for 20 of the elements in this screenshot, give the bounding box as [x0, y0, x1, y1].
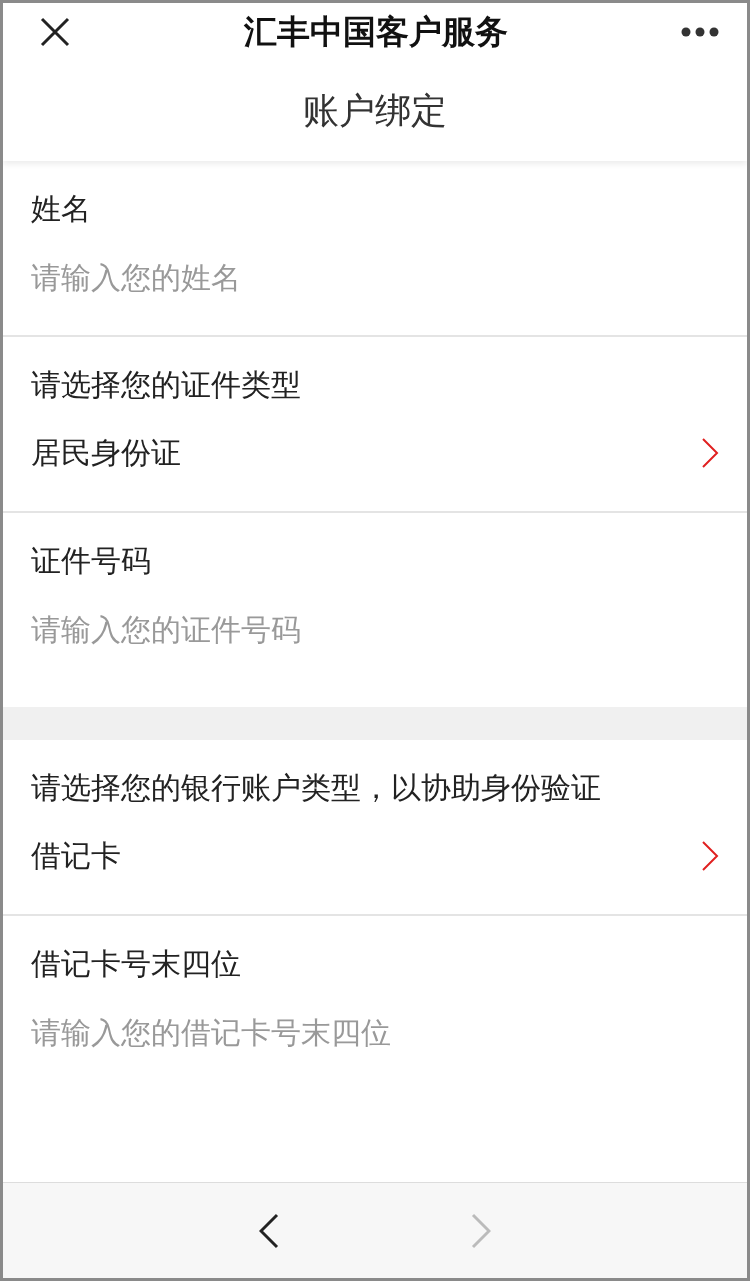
- close-button[interactable]: [39, 16, 71, 48]
- field-label: 请选择您的证件类型: [31, 366, 302, 404]
- page-title: 汇丰中国客户服务: [244, 10, 508, 53]
- field-label: 借记卡号末四位: [31, 945, 242, 983]
- select-field[interactable]: 居民身份证: [31, 423, 719, 483]
- field-label: 请选择您的银行账户类型，以协助身份验证: [31, 769, 602, 807]
- input-field[interactable]: 请输入您的姓名: [31, 247, 719, 307]
- more-icon: [681, 27, 719, 37]
- select-field[interactable]: 借记卡: [31, 826, 719, 886]
- chevron-right-icon: [701, 840, 719, 872]
- chevron-right-icon: [701, 437, 719, 469]
- more-button[interactable]: [681, 27, 719, 37]
- field-label: 证件号码: [31, 542, 152, 580]
- input-field[interactable]: 请输入您的借记卡号末四位: [31, 1002, 719, 1062]
- field-label: 姓名: [31, 190, 92, 228]
- input-field[interactable]: 请输入您的证件号码: [31, 599, 719, 659]
- page-subtitle: 账户绑定: [303, 88, 447, 133]
- close-icon: [39, 16, 71, 48]
- chevron-right-icon: [471, 1212, 491, 1249]
- chevron-left-icon: [259, 1212, 279, 1249]
